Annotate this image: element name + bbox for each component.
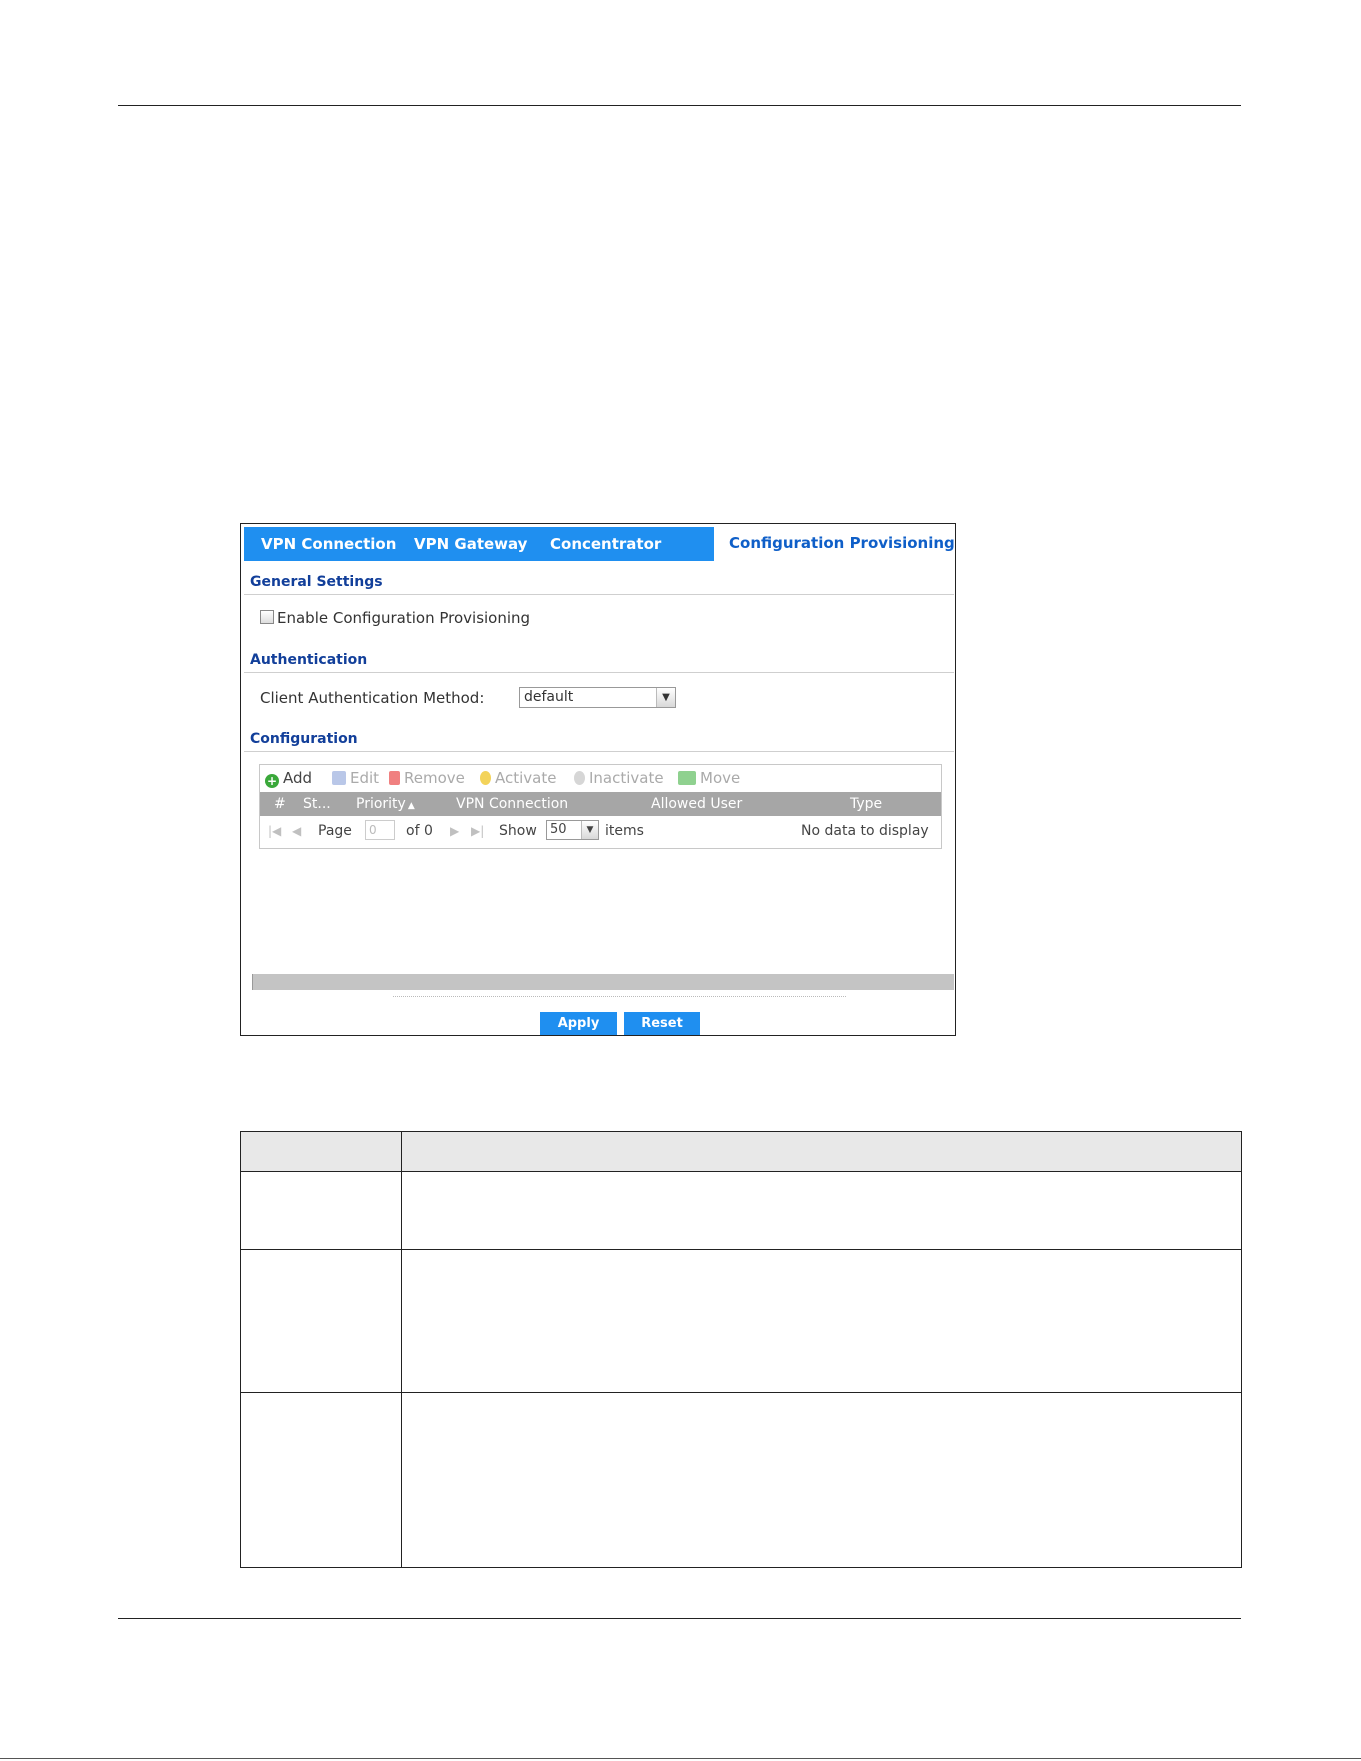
tab-concentrator[interactable]: Concentrator <box>550 527 661 561</box>
divider <box>244 751 954 752</box>
move-button[interactable]: Move <box>678 769 740 787</box>
grid-toolbar: + Add Edit Remove Activate Inactivate Mov… <box>260 765 941 792</box>
enable-provisioning-label: Enable Configuration Provisioning <box>277 609 531 627</box>
configuration-grid: + Add Edit Remove Activate Inactivate Mov… <box>259 764 942 849</box>
page-label: Page <box>318 823 352 839</box>
inactivate-button[interactable]: Inactivate <box>574 769 664 787</box>
table-cell <box>401 1171 1242 1250</box>
column-number[interactable]: # <box>274 792 286 816</box>
page-header-rule <box>118 105 1241 106</box>
table-row <box>240 1392 1242 1568</box>
page-size-select[interactable]: 50 ▼ <box>546 820 599 840</box>
table-row <box>240 1171 1242 1250</box>
edit-icon <box>332 771 346 785</box>
description-table <box>240 1131 1242 1568</box>
move-icon <box>678 771 696 785</box>
table-cell <box>240 1392 402 1568</box>
page-edge-rule <box>0 1758 1361 1759</box>
chevron-down-icon[interactable]: ▼ <box>656 688 675 707</box>
column-allowed-user[interactable]: Allowed User <box>651 792 742 816</box>
lightbulb-on-icon <box>480 771 491 785</box>
apply-button[interactable]: Apply <box>540 1012 617 1035</box>
last-page-icon[interactable]: ▶| <box>471 824 484 838</box>
table-cell <box>401 1392 1242 1568</box>
page-footer-rule <box>118 1618 1241 1619</box>
configuration-title: Configuration <box>250 731 358 747</box>
table-cell <box>401 1249 1242 1393</box>
add-button[interactable]: + Add <box>265 769 312 788</box>
column-priority[interactable]: Priority ▲ <box>356 792 415 818</box>
tab-configuration-provisioning[interactable]: Configuration Provisioning <box>729 527 955 559</box>
enable-provisioning-checkbox[interactable] <box>260 610 274 624</box>
column-status[interactable]: St... <box>303 792 331 816</box>
divider <box>244 672 954 673</box>
grid-pager: |◀ ◀ Page 0 of 0 ▶ ▶| Show 50 ▼ items No… <box>260 817 941 845</box>
divider <box>244 594 954 595</box>
column-vpn-connection[interactable]: VPN Connection <box>456 792 568 816</box>
remove-button[interactable]: Remove <box>389 769 465 787</box>
edit-button[interactable]: Edit <box>332 769 379 787</box>
page-number-input[interactable]: 0 <box>365 820 395 840</box>
tab-vpn-gateway[interactable]: VPN Gateway <box>414 527 527 561</box>
trash-icon <box>389 771 400 785</box>
page-count: of 0 <box>406 823 433 839</box>
empty-message: No data to display <box>801 823 929 839</box>
items-label: items <box>605 823 644 839</box>
auth-method-label: Client Authentication Method: <box>260 689 485 707</box>
sort-asc-icon: ▲ <box>407 801 415 811</box>
table-cell <box>240 1171 402 1250</box>
auth-method-value: default <box>524 689 574 705</box>
first-page-icon[interactable]: |◀ <box>268 824 281 838</box>
chevron-down-icon[interactable]: ▼ <box>581 821 598 839</box>
table-cell <box>240 1249 402 1393</box>
add-icon: + <box>265 774 279 788</box>
configuration-provisioning-screen: VPN Connection VPN Gateway Concentrator … <box>240 523 956 1036</box>
show-label: Show <box>499 823 537 839</box>
enable-provisioning-row[interactable]: Enable Configuration Provisioning <box>260 609 530 627</box>
divider <box>393 996 846 997</box>
scrollbar-thumb[interactable] <box>244 974 253 990</box>
table-header-row <box>240 1131 1242 1172</box>
next-page-icon[interactable]: ▶ <box>450 824 459 838</box>
table-header-cell <box>240 1131 402 1172</box>
column-type[interactable]: Type <box>850 792 882 816</box>
page-size-value: 50 <box>550 822 567 837</box>
table-header-cell <box>401 1131 1242 1172</box>
general-settings-title: General Settings <box>250 574 383 590</box>
tab-vpn-connection[interactable]: VPN Connection <box>261 527 396 561</box>
lightbulb-off-icon <box>574 771 585 785</box>
horizontal-scrollbar[interactable] <box>244 974 954 990</box>
prev-page-icon[interactable]: ◀ <box>292 824 301 838</box>
auth-method-select[interactable]: default ▼ <box>519 687 676 708</box>
authentication-title: Authentication <box>250 652 368 668</box>
tab-bar: VPN Connection VPN Gateway Concentrator <box>244 527 714 561</box>
table-row <box>240 1249 1242 1393</box>
grid-column-header: # St... Priority ▲ VPN Connection Allowed… <box>260 792 941 816</box>
activate-button[interactable]: Activate <box>480 769 556 787</box>
reset-button[interactable]: Reset <box>624 1012 700 1035</box>
